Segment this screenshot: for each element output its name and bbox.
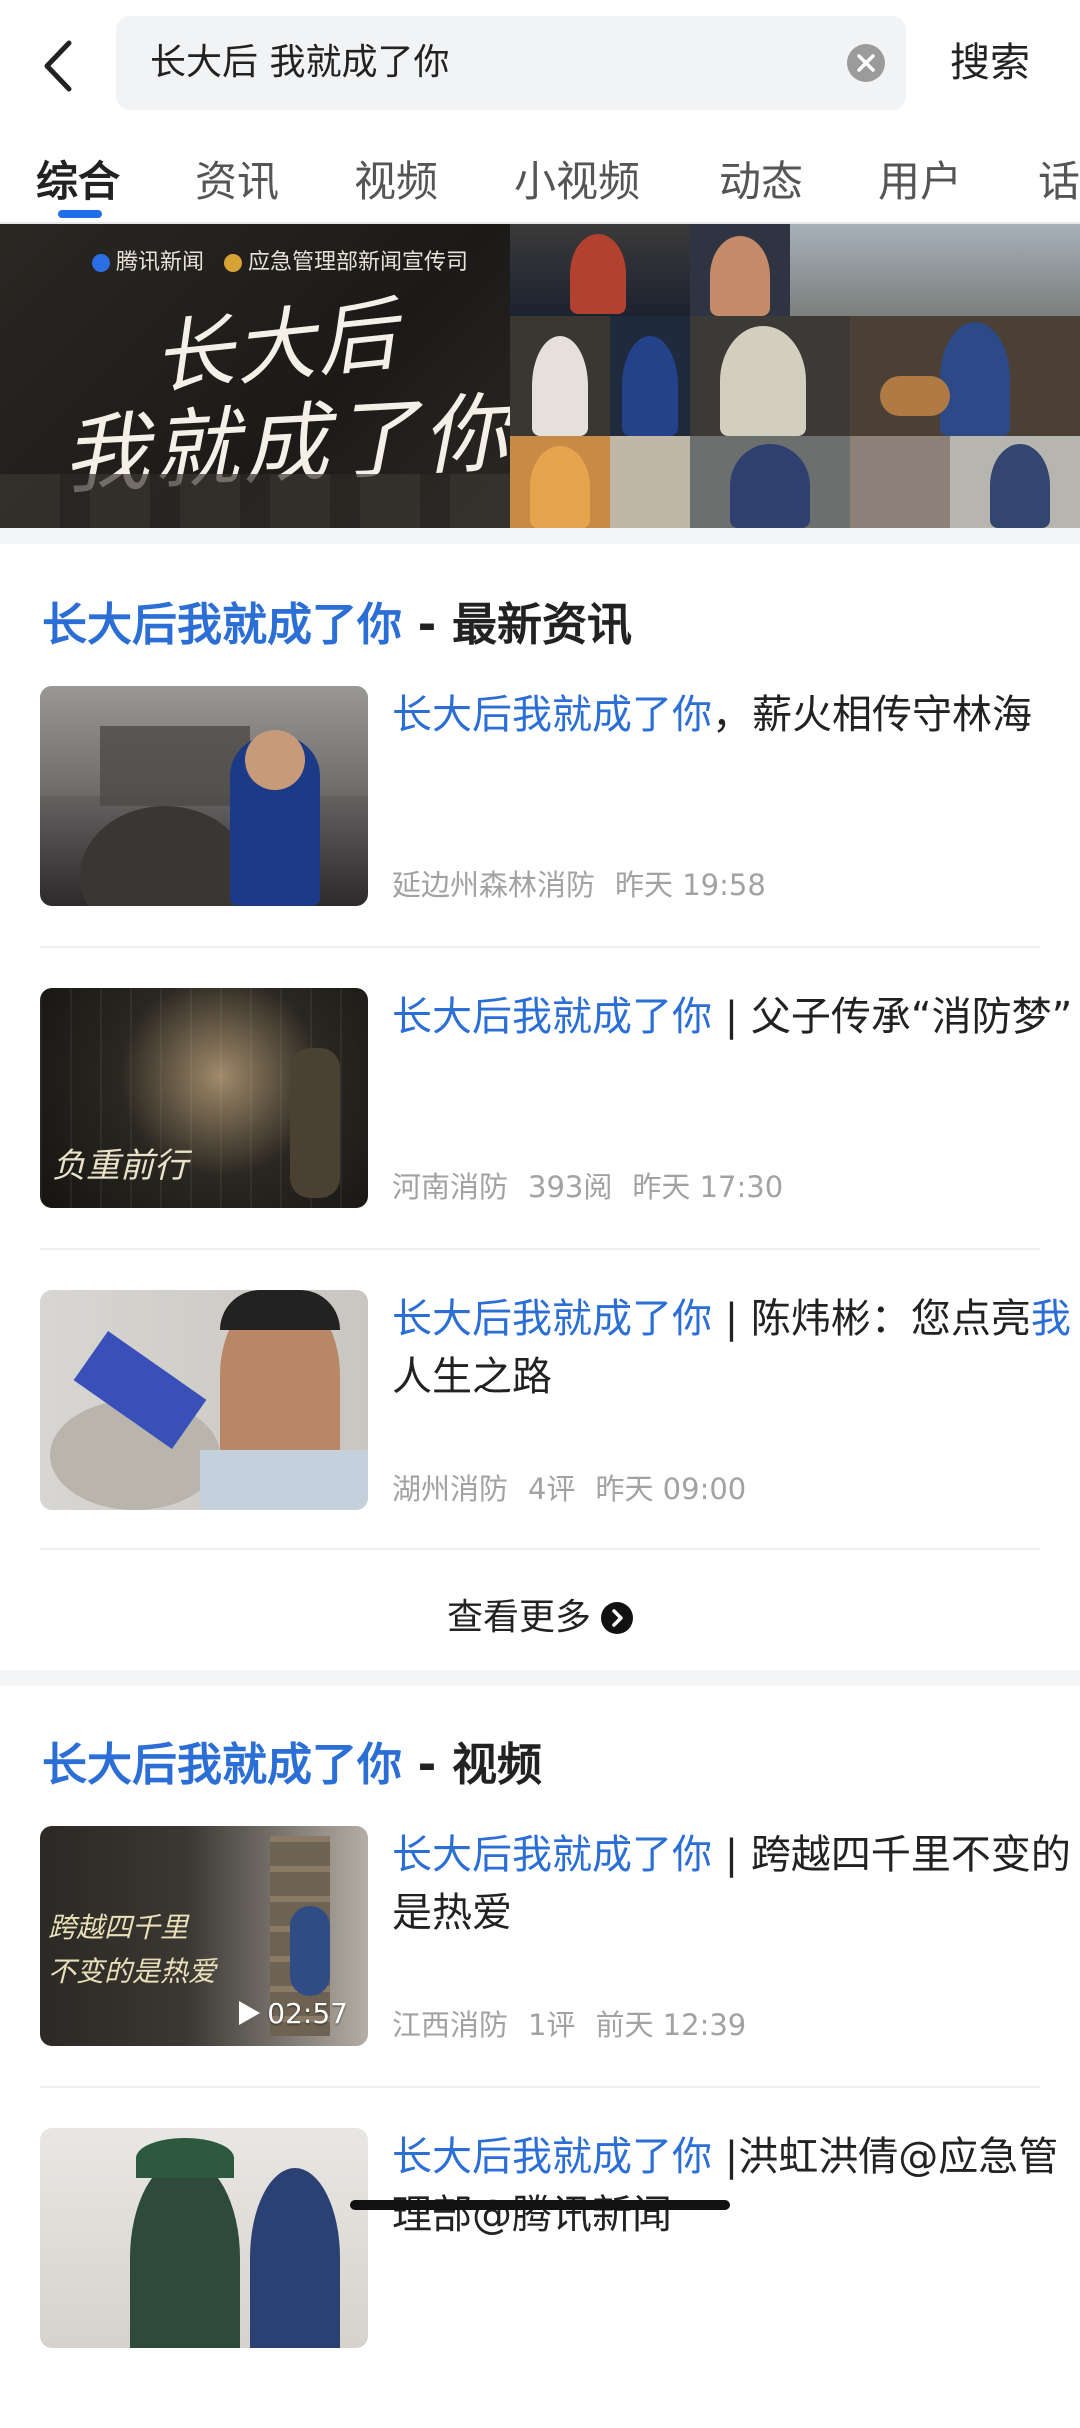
see-more-button[interactable]: 查看更多 bbox=[0, 1588, 1080, 1640]
news-title-rest: 人生之路 bbox=[392, 1354, 552, 1400]
chevron-right-circle-icon bbox=[601, 1602, 633, 1634]
topic-banner[interactable]: 腾讯新闻 应急管理部新闻宣传司 长大后 我就成了你 bbox=[0, 224, 1080, 528]
video-item[interactable]: 跨越四千里 不变的是热爱 02:57 长大后我就成了你 | 跨越四千里不变的是热爱… bbox=[40, 1826, 1071, 2126]
video-source: 江西消防 bbox=[392, 2008, 509, 2042]
video-comments: 1评 bbox=[528, 2008, 576, 2042]
news-reads: 393阅 bbox=[528, 1170, 613, 1204]
news-section-title[interactable]: 长大后我就成了你 - 最新资讯 bbox=[42, 588, 632, 653]
banner-logo-text-2: 应急管理部新闻宣传司 bbox=[248, 250, 469, 275]
news-meta: 河南消防 393阅 昨天 17:30 bbox=[392, 1164, 803, 1206]
news-title-rest: ，薪火相传守林海 bbox=[712, 692, 1032, 738]
tab-news[interactable]: 资讯 bbox=[195, 148, 279, 209]
news-source: 延边州森林消防 bbox=[392, 868, 596, 902]
banner-logos: 腾讯新闻 应急管理部新闻宣传司 bbox=[92, 244, 468, 276]
see-more-label: 查看更多 bbox=[446, 1597, 591, 1638]
photo-tile bbox=[850, 316, 1080, 436]
video-thumbnail bbox=[40, 2128, 368, 2348]
video-item[interactable]: 长大后我就成了你 |洪虹洪倩@应急管理部@腾讯新闻 bbox=[40, 2128, 1058, 2428]
video-title: 长大后我就成了你 | 跨越四千里不变的是热爱 bbox=[392, 1826, 1080, 1942]
section-gap bbox=[0, 528, 1080, 544]
banner-logo-text-1: 腾讯新闻 bbox=[116, 250, 205, 275]
video-title-highlight: 长大后我就成了你 bbox=[392, 1832, 712, 1878]
video-meta: 江西消防 1评 前天 12:39 bbox=[392, 2002, 766, 2044]
news-thumbnail bbox=[40, 686, 368, 906]
play-icon bbox=[239, 2001, 261, 2025]
banner-title-area: 腾讯新闻 应急管理部新闻宣传司 长大后 我就成了你 bbox=[0, 224, 520, 528]
video-time: 前天 12:39 bbox=[595, 2008, 747, 2042]
video-duration: 02:57 bbox=[237, 1997, 348, 2030]
photo-tile bbox=[950, 436, 1080, 528]
photo-tile bbox=[610, 436, 690, 528]
photo-tile bbox=[690, 316, 850, 436]
photo-tile bbox=[690, 436, 850, 528]
news-reads: 4评 bbox=[528, 1472, 576, 1506]
search-button[interactable]: 搜索 bbox=[950, 16, 1030, 110]
tab-users[interactable]: 用户 bbox=[878, 148, 962, 209]
news-thumbnail bbox=[40, 1290, 368, 1510]
banner-photo-mosaic bbox=[510, 224, 1080, 528]
news-title-highlight: 长大后我就成了你 bbox=[392, 1296, 712, 1342]
back-button[interactable] bbox=[30, 30, 86, 102]
section-title-suffix: - 视频 bbox=[402, 1738, 543, 1791]
news-title-rest: | 陈炜彬：您点亮 bbox=[712, 1296, 1031, 1342]
video-section-title[interactable]: 长大后我就成了你 - 视频 bbox=[42, 1728, 542, 1793]
search-header: 长大后 我就成了你 搜索 bbox=[0, 0, 1080, 130]
list-divider bbox=[40, 1248, 1040, 1250]
search-input[interactable]: 长大后 我就成了你 bbox=[116, 16, 906, 110]
photo-tile bbox=[510, 224, 690, 316]
news-title: 长大后我就成了你，薪火相传守林海 bbox=[392, 686, 1080, 744]
tab-short-video[interactable]: 小视频 bbox=[514, 148, 640, 209]
section-gap bbox=[0, 1670, 1080, 1686]
news-title-highlight: 我 bbox=[1030, 1296, 1071, 1342]
tab-comprehensive[interactable]: 综合 bbox=[36, 148, 120, 209]
news-time: 昨天 17:30 bbox=[632, 1170, 784, 1204]
banner-ground-decoration bbox=[0, 474, 520, 528]
news-title-highlight: 长大后我就成了你 bbox=[392, 692, 712, 738]
news-title: 长大后我就成了你 | 父子传承“消防梦” bbox=[392, 988, 1080, 1046]
news-time: 昨天 09:00 bbox=[595, 1472, 747, 1506]
list-divider bbox=[40, 946, 1040, 948]
section-title-suffix: - 最新资讯 bbox=[402, 598, 633, 651]
news-source: 湖州消防 bbox=[392, 1472, 509, 1506]
category-tabs: 综合 资讯 视频 小视频 动态 用户 话 bbox=[0, 130, 1080, 224]
photo-tile bbox=[510, 316, 610, 436]
tab-video[interactable]: 视频 bbox=[354, 148, 438, 209]
emergency-ministry-logo-icon bbox=[224, 254, 243, 272]
section-title-highlight: 长大后我就成了你 bbox=[42, 598, 403, 651]
photo-tile bbox=[610, 316, 690, 436]
photo-tile bbox=[790, 224, 1080, 316]
home-indicator[interactable] bbox=[350, 2200, 730, 2210]
tencent-news-logo-icon bbox=[92, 254, 110, 272]
news-item[interactable]: 长大后我就成了你，薪火相传守林海 延边州森林消防 昨天 19:58 bbox=[40, 686, 1040, 986]
news-meta: 延边州森林消防 昨天 19:58 bbox=[392, 862, 786, 904]
news-source: 河南消防 bbox=[392, 1170, 509, 1204]
news-title: 长大后我就成了你 | 陈炜彬：您点亮我人生之路 bbox=[392, 1290, 1080, 1406]
section-title-highlight: 长大后我就成了你 bbox=[42, 1738, 403, 1791]
search-query-text: 长大后 我就成了你 bbox=[150, 42, 450, 83]
news-title-highlight: 长大后我就成了你 bbox=[392, 994, 712, 1040]
news-item[interactable]: 负重前行 长大后我就成了你 | 父子传承“消防梦” 河南消防 393阅 昨天 17:… bbox=[40, 988, 1072, 1288]
tab-topics[interactable]: 话 bbox=[1038, 148, 1080, 209]
list-divider bbox=[40, 2086, 1040, 2088]
video-duration-text: 02:57 bbox=[267, 1997, 348, 2030]
clear-circle-icon[interactable] bbox=[846, 43, 886, 83]
news-thumbnail: 负重前行 bbox=[40, 988, 368, 1208]
chevron-left-icon bbox=[44, 40, 72, 92]
news-item[interactable]: 长大后我就成了你 | 陈炜彬：您点亮我人生之路 湖州消防 4评 昨天 09:00 bbox=[40, 1290, 1071, 1590]
news-title-rest: | 父子传承“消防梦” bbox=[712, 994, 1073, 1040]
photo-tile bbox=[690, 224, 790, 316]
news-time: 昨天 19:58 bbox=[615, 868, 766, 902]
list-divider bbox=[40, 1548, 1040, 1550]
video-title-highlight: 长大后我就成了你 bbox=[392, 2134, 712, 2180]
news-meta: 湖州消防 4评 昨天 09:00 bbox=[392, 1466, 766, 1508]
active-tab-indicator bbox=[58, 210, 102, 218]
video-thumbnail: 跨越四千里 不变的是热爱 02:57 bbox=[40, 1826, 368, 2046]
tab-moments[interactable]: 动态 bbox=[719, 148, 803, 209]
photo-tile bbox=[510, 436, 610, 528]
photo-tile bbox=[850, 436, 950, 528]
video-title: 长大后我就成了你 |洪虹洪倩@应急管理部@腾讯新闻 bbox=[392, 2128, 1080, 2244]
